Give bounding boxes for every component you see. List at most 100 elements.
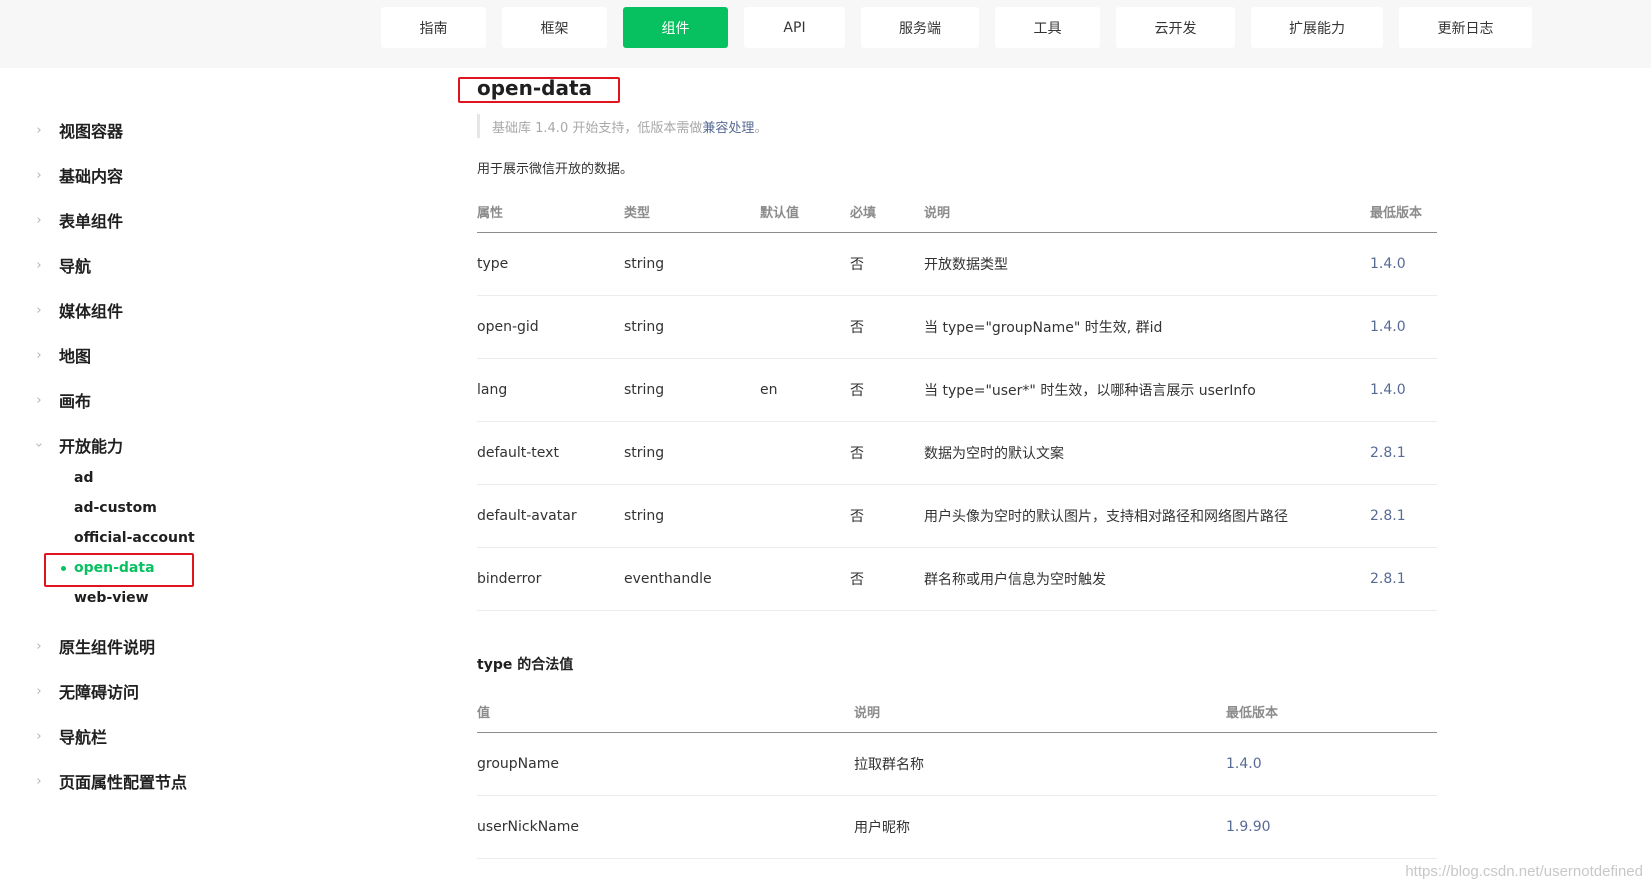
nav-tab-framework[interactable]: 框架: [502, 7, 607, 48]
column-header: 必填: [850, 192, 924, 233]
chevron-right-icon: ›: [36, 638, 42, 654]
cell-attr: lang: [477, 358, 624, 422]
nav-tab-guide[interactable]: 指南: [381, 7, 486, 48]
cell-description: 用户头像为空时的默认图片，支持相对路径和网络图片路径: [924, 484, 1370, 548]
props-table: 属性 类型 默认值 必填 说明 最低版本 type string 否 开放数据类…: [477, 192, 1437, 611]
sidebar-item-label: 媒体组件: [59, 302, 124, 321]
sidebar-item-accessibility[interactable]: › 无障碍访问: [0, 676, 300, 706]
sidebar-item-view-container[interactable]: › 视图容器: [0, 115, 300, 145]
nav-tab-extensions[interactable]: 扩展能力: [1251, 7, 1383, 48]
cell-default: [760, 484, 850, 548]
cell-required: 否: [850, 358, 924, 422]
column-header: 最低版本: [1370, 192, 1437, 233]
sidebar-item-label: 基础内容: [59, 167, 124, 186]
cell-required: 否: [850, 547, 924, 611]
nav-tab-changelog[interactable]: 更新日志: [1399, 7, 1532, 48]
sidebar-item-label: 开放能力: [59, 437, 124, 456]
cell-version: 2.8.1: [1370, 421, 1437, 485]
sidebar-subitem-ad-custom[interactable]: ad-custom: [74, 497, 157, 519]
chevron-right-icon: ›: [36, 728, 42, 744]
sidebar-item-canvas[interactable]: › 画布: [0, 385, 300, 415]
cell-default: [760, 232, 850, 296]
table-row: binderror eventhandle 否 群名称或用户信息为空时触发 2.…: [477, 547, 1437, 611]
column-header: 值: [477, 692, 854, 733]
cell-attr: open-gid: [477, 295, 624, 359]
sidebar-item-label: 原生组件说明: [59, 638, 156, 657]
top-bar: 指南 框架 组件 API 服务端 工具 云开发 扩展能力 更新日志: [0, 0, 1651, 68]
nav-tab-components[interactable]: 组件: [623, 7, 728, 48]
cell-description: 当 type="groupName" 时生效, 群id: [924, 295, 1370, 359]
column-header: 默认值: [760, 192, 850, 233]
chevron-right-icon: ›: [36, 167, 42, 183]
chevron-right-icon: ›: [36, 392, 42, 408]
table-row: default-avatar string 否 用户头像为空时的默认图片，支持相…: [477, 484, 1437, 548]
sidebar-item-navigation-bar[interactable]: › 导航栏: [0, 721, 300, 751]
sidebar-item-label: 视图容器: [59, 122, 124, 141]
column-header: 说明: [854, 692, 1226, 733]
cell-description: 群名称或用户信息为空时触发: [924, 547, 1370, 611]
sidebar-subitem-web-view[interactable]: web-view: [74, 587, 149, 609]
table-row: groupName 拉取群名称 1.4.0: [477, 732, 1437, 796]
cell-default: en: [760, 358, 850, 422]
chevron-right-icon: ›: [36, 683, 42, 699]
values-section-title: type 的合法值: [477, 657, 574, 673]
column-header: 说明: [924, 192, 1370, 233]
cell-version: 1.4.0: [1370, 232, 1437, 296]
sidebar-item-page-meta[interactable]: › 页面属性配置节点: [0, 766, 300, 796]
top-nav: 指南 框架 组件 API 服务端 工具 云开发 扩展能力 更新日志: [0, 7, 1651, 49]
sidebar-item-media[interactable]: › 媒体组件: [0, 295, 300, 325]
sidebar-subitem-official-account[interactable]: official-account: [74, 527, 195, 549]
sidebar-item-label: 无障碍访问: [59, 683, 140, 702]
cell-value: userNickName: [477, 795, 854, 859]
cell-version: 1.4.0: [1226, 732, 1437, 796]
nav-tab-cloud[interactable]: 云开发: [1116, 7, 1235, 48]
values-table: 值 说明 最低版本 groupName 拉取群名称 1.4.0 userNick…: [477, 692, 1437, 859]
nav-tab-tools[interactable]: 工具: [995, 7, 1100, 48]
page-title: open-data: [477, 76, 593, 100]
chevron-right-icon: ›: [36, 347, 42, 363]
cell-description: 开放数据类型: [924, 232, 1370, 296]
nav-tab-api[interactable]: API: [744, 7, 845, 48]
cell-type: string: [624, 484, 760, 548]
chevron-right-icon: ›: [36, 773, 42, 789]
main-content: open-data 基础库 1.4.0 开始支持，低版本需做 兼容处理。 用于展示…: [338, 68, 1651, 886]
sidebar-subitem-ad[interactable]: ad: [74, 467, 93, 489]
cell-required: 否: [850, 232, 924, 296]
sidebar-item-label: 导航: [59, 257, 92, 276]
sidebar-subitem-open-data[interactable]: open-data: [74, 557, 155, 579]
cell-required: 否: [850, 295, 924, 359]
sidebar: › 视图容器 › 基础内容 › 表单组件 › 导航 › 媒体组件 › 地图 › …: [0, 68, 338, 886]
column-header: 最低版本: [1226, 692, 1437, 733]
chevron-right-icon: ›: [36, 302, 42, 318]
nav-tab-server[interactable]: 服务端: [861, 7, 979, 48]
chevron-right-icon: ›: [36, 122, 42, 138]
sidebar-item-navigation[interactable]: › 导航: [0, 250, 300, 280]
cell-type: eventhandle: [624, 547, 760, 611]
watermark: https://blog.csdn.net/usernotdefined: [1405, 863, 1643, 880]
sidebar-item-form[interactable]: › 表单组件: [0, 205, 300, 235]
chevron-right-icon: ›: [36, 257, 42, 273]
cell-default: [760, 421, 850, 485]
cell-required: 否: [850, 484, 924, 548]
cell-description: 数据为空时的默认文案: [924, 421, 1370, 485]
sidebar-item-basic-content[interactable]: › 基础内容: [0, 160, 300, 190]
column-header: 属性: [477, 192, 624, 233]
active-indicator-dot: [61, 566, 66, 571]
sidebar-item-open-capability[interactable]: › 开放能力: [0, 430, 300, 460]
table-row: type string 否 开放数据类型 1.4.0: [477, 232, 1437, 296]
compat-link[interactable]: 兼容处理: [702, 117, 754, 136]
cell-type: string: [624, 295, 760, 359]
tip-text: 基础库 1.4.0 开始支持，低版本需做: [492, 120, 703, 136]
cell-version: 2.8.1: [1370, 547, 1437, 611]
cell-default: [760, 547, 850, 611]
table-row: open-gid string 否 当 type="groupName" 时生效…: [477, 295, 1437, 359]
table-header-row: 属性 类型 默认值 必填 说明 最低版本: [477, 192, 1437, 233]
cell-attr: default-text: [477, 421, 624, 485]
sidebar-item-native-components[interactable]: › 原生组件说明: [0, 631, 300, 661]
cell-attr: default-avatar: [477, 484, 624, 548]
sidebar-item-map[interactable]: › 地图: [0, 340, 300, 370]
cell-value: groupName: [477, 732, 854, 796]
sidebar-item-label: 导航栏: [59, 728, 108, 747]
cell-attr: binderror: [477, 547, 624, 611]
cell-required: 否: [850, 421, 924, 485]
